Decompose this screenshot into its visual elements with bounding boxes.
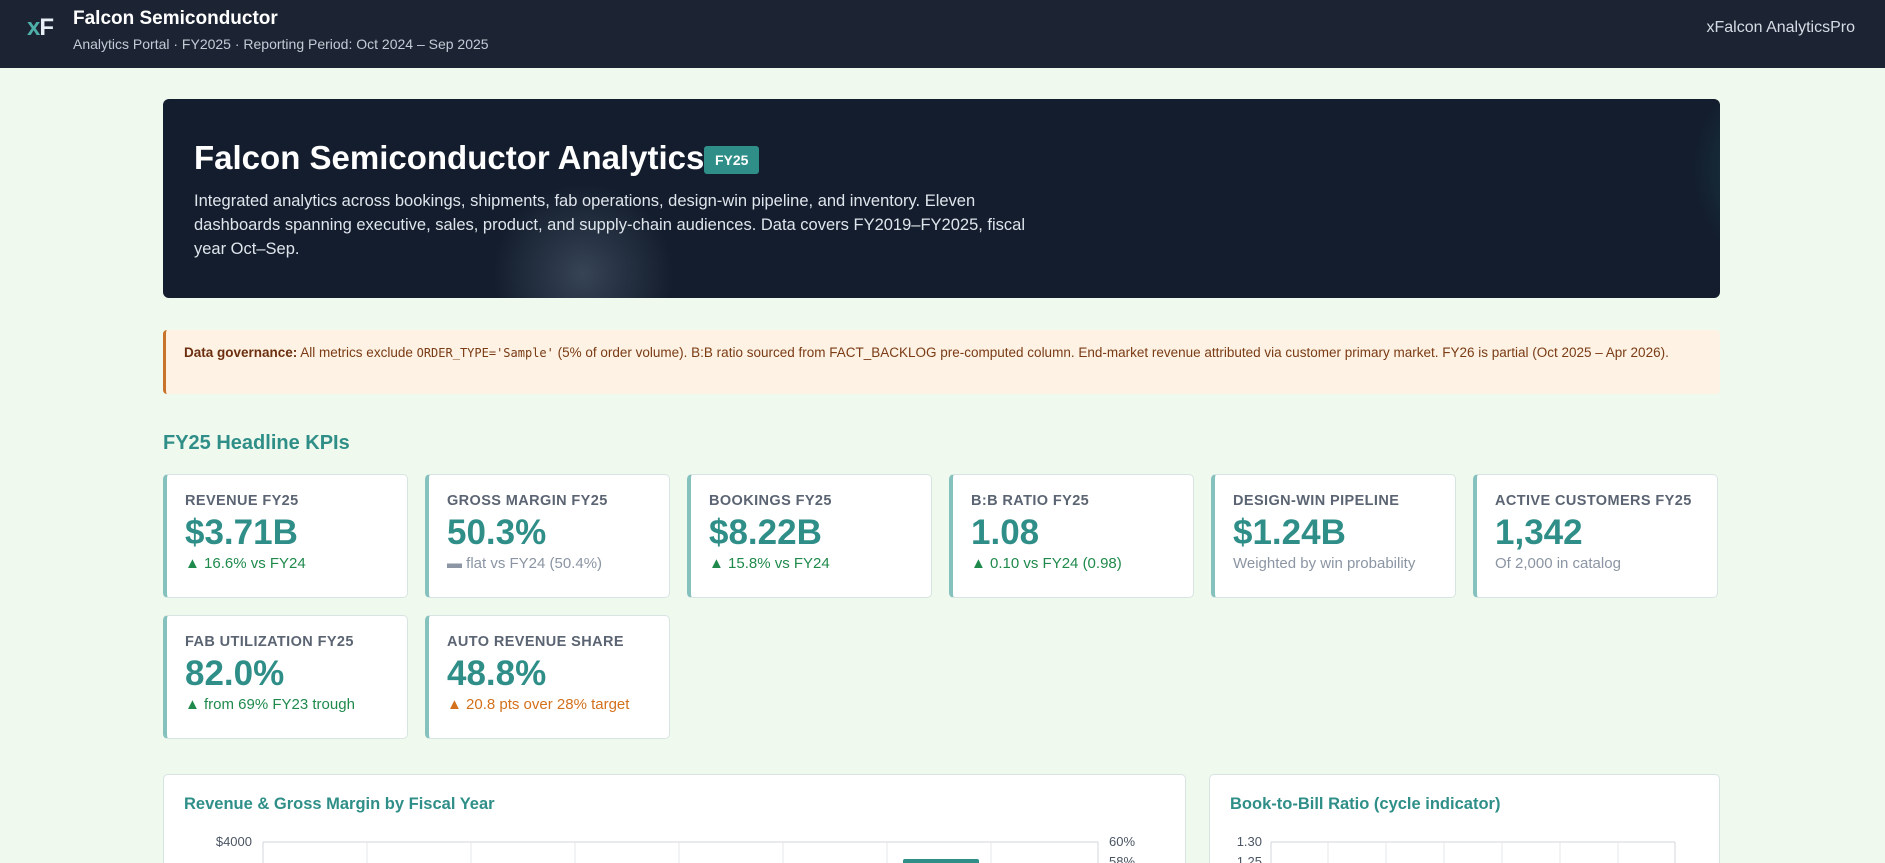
kpi-note: ▲ 15.8% vs FY24 <box>709 555 830 572</box>
revenue-margin-chart-card: Revenue & Gross Margin by Fiscal Year $4… <box>163 774 1186 863</box>
kpi-note: ▲ 16.6% vs FY24 <box>185 555 306 572</box>
kpi-value: $3.71B <box>185 513 298 552</box>
kpi-label: FAB UTILIZATION FY25 <box>185 634 354 650</box>
data-governance-note: Data governance: All metrics exclude ORD… <box>163 330 1720 394</box>
kpi-note: ▲ from 69% FY23 trough <box>185 696 355 713</box>
logo-f: F <box>39 14 54 41</box>
top-bar: xF Falcon Semiconductor Analytics Portal… <box>0 0 1885 68</box>
governance-label: Data governance: <box>184 345 298 360</box>
book-to-bill-chart-card: Book-to-Bill Ratio (cycle indicator) 1.3… <box>1209 774 1720 863</box>
kpi-card-revenue[interactable]: REVENUE FY25 $3.71B ▲ 16.6% vs FY24 <box>163 474 408 598</box>
kpi-value: 1.08 <box>971 513 1040 552</box>
y-right-tick-label: 60% <box>1109 834 1135 849</box>
kpi-card-gross-margin[interactable]: GROSS MARGIN FY25 50.3% ▬ flat vs FY24 (… <box>425 474 670 598</box>
kpi-note: ▬ flat vs FY24 (50.4%) <box>447 555 603 572</box>
governance-code: ORDER_TYPE='Sample' <box>416 346 554 360</box>
y-tick-label: 1.25 <box>1237 854 1262 863</box>
kpi-label: REVENUE FY25 <box>185 493 299 509</box>
kpi-label: DESIGN-WIN PIPELINE <box>1233 493 1400 509</box>
kpi-note: ▲ 20.8 pts over 28% target <box>447 696 630 713</box>
revenue-bar[interactable] <box>903 859 979 863</box>
kpi-section-title: FY25 Headline KPIs <box>163 432 350 454</box>
kpi-label: BOOKINGS FY25 <box>709 493 832 509</box>
hero-title: Falcon Semiconductor Analytics <box>194 139 705 176</box>
governance-text-1: All metrics exclude <box>297 345 417 360</box>
y-tick-label: 1.30 <box>1237 834 1262 849</box>
kpi-note: Of 2,000 in catalog <box>1495 555 1621 572</box>
kpi-card-fab-utilization[interactable]: FAB UTILIZATION FY25 82.0% ▲ from 69% FY… <box>163 615 408 739</box>
revenue-margin-chart: $4000 60% 58% <box>216 834 1135 863</box>
kpi-label: GROSS MARGIN FY25 <box>447 493 608 509</box>
kpi-value: 1,342 <box>1495 513 1583 552</box>
fiscal-year-badge: FY25 <box>704 146 760 174</box>
kpi-note: Weighted by win probability <box>1233 555 1416 572</box>
kpi-label: B:B RATIO FY25 <box>971 493 1090 509</box>
hero-description: Integrated analytics across bookings, sh… <box>194 192 1026 258</box>
kpi-value: $8.22B <box>709 513 822 552</box>
app-subtitle: Analytics Portal · FY2025 · Reporting Pe… <box>73 36 489 52</box>
app-title: Falcon Semiconductor <box>73 8 278 29</box>
book-to-bill-chart: 1.30 1.25 <box>1237 834 1676 863</box>
governance-text-2: (5% of order volume). B:B ratio sourced … <box>553 345 1669 360</box>
kpi-value: 48.8% <box>447 654 547 693</box>
kpi-card-design-win-pipeline[interactable]: DESIGN-WIN PIPELINE $1.24B Weighted by w… <box>1211 474 1456 598</box>
kpi-label: AUTO REVENUE SHARE <box>447 634 624 650</box>
kpi-value: 82.0% <box>185 654 285 693</box>
kpi-card-auto-revenue-share[interactable]: AUTO REVENUE SHARE 48.8% ▲ 20.8 pts over… <box>425 615 670 739</box>
logo-x: x <box>27 14 40 41</box>
hero-banner: Falcon Semiconductor Analytics FY25 Inte… <box>163 99 1720 298</box>
kpi-label: ACTIVE CUSTOMERS FY25 <box>1495 493 1692 509</box>
kpi-value: $1.24B <box>1233 513 1346 552</box>
kpi-note: ▲ 0.10 vs FY24 (0.98) <box>971 555 1122 572</box>
kpi-card-btb-ratio[interactable]: B:B RATIO FY25 1.08 ▲ 0.10 vs FY24 (0.98… <box>949 474 1194 598</box>
kpi-value: 50.3% <box>447 513 547 552</box>
product-name[interactable]: xFalcon AnalyticsPro <box>1706 19 1855 37</box>
kpi-card-active-customers[interactable]: ACTIVE CUSTOMERS FY25 1,342 Of 2,000 in … <box>1473 474 1718 598</box>
y-left-tick-label: $4000 <box>216 834 252 849</box>
kpi-card-bookings[interactable]: BOOKINGS FY25 $8.22B ▲ 15.8% vs FY24 <box>687 474 932 598</box>
brand-logo[interactable]: xF <box>27 14 54 42</box>
y-right-tick-label: 58% <box>1109 854 1135 863</box>
